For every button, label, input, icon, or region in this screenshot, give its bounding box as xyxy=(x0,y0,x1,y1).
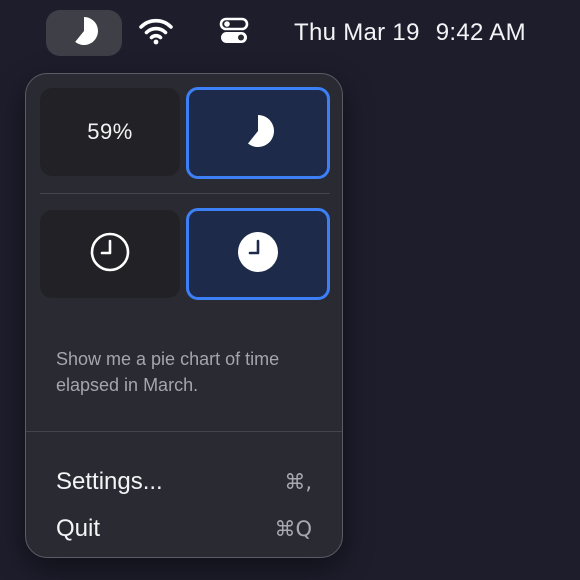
pie-icon xyxy=(238,111,278,156)
description-text: Show me a pie chart of time elapsed in M… xyxy=(56,349,280,395)
section-divider xyxy=(40,193,330,194)
quit-menu-item[interactable]: Quit ⌘Q xyxy=(56,511,312,547)
settings-menu-item[interactable]: Settings... ⌘, xyxy=(56,464,312,500)
menu-bar-clock[interactable]: Thu Mar 19 9:42 AM xyxy=(294,16,526,50)
settings-label: Settings... xyxy=(56,468,163,495)
menu-bar: Thu Mar 19 9:42 AM xyxy=(0,0,580,66)
pie-mode-tile[interactable] xyxy=(186,87,330,179)
clock-outline-icon xyxy=(88,230,132,279)
pie-menu-panel: 59% Show me a pie chart of time elapsed … xyxy=(25,73,343,558)
clock-filled-icon xyxy=(236,230,280,279)
quit-shortcut: ⌘Q xyxy=(274,517,312,541)
settings-shortcut: ⌘, xyxy=(284,470,312,494)
clock-outline-tile[interactable] xyxy=(40,210,180,298)
clock-filled-tile[interactable] xyxy=(186,208,330,300)
pie-icon xyxy=(67,14,101,53)
menu-bar-date: Thu Mar 19 xyxy=(294,19,420,46)
wifi-icon xyxy=(138,16,174,51)
quit-label: Quit xyxy=(56,515,101,542)
percent-label: 59% xyxy=(87,119,133,144)
menu-divider xyxy=(26,431,342,432)
percent-mode-tile[interactable]: 59% xyxy=(40,88,180,176)
control-center-icon xyxy=(219,17,249,50)
menu-bar-time: 9:42 AM xyxy=(435,19,526,46)
control-center-menu-extra[interactable] xyxy=(214,14,254,52)
wifi-menu-extra[interactable] xyxy=(136,14,176,52)
pie-menu-extra[interactable] xyxy=(46,10,122,56)
